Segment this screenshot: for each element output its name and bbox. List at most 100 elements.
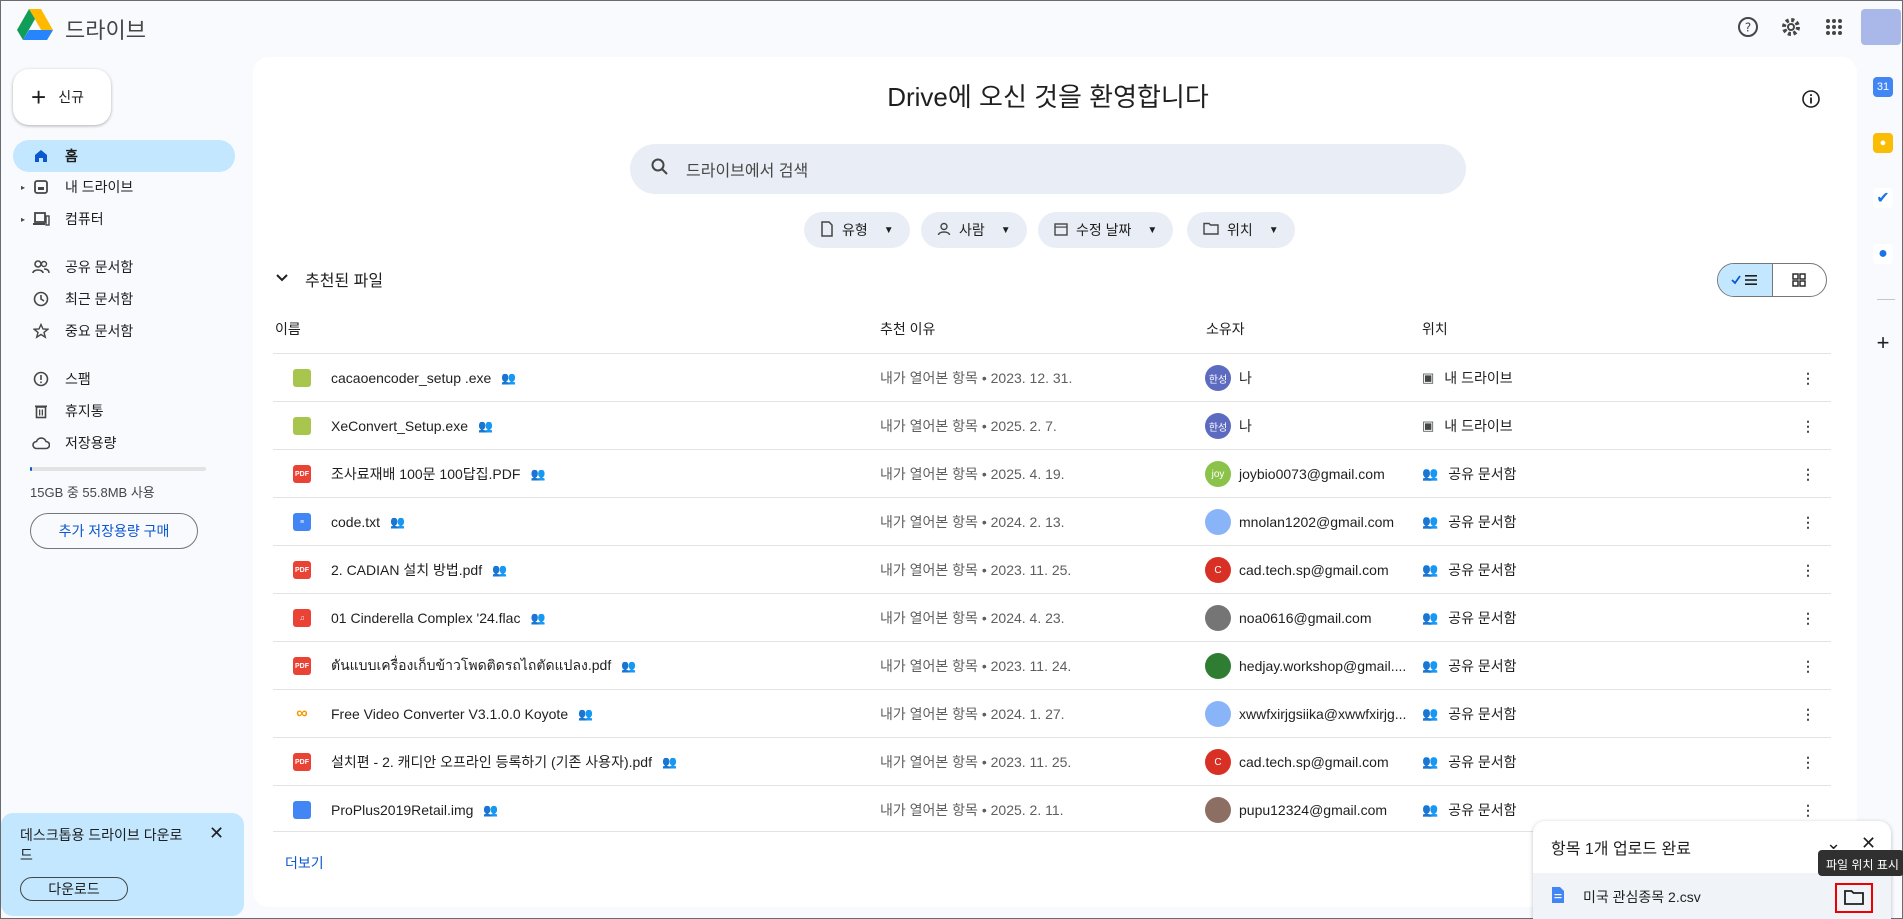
calendar-icon — [1054, 222, 1068, 239]
keep-app-icon[interactable]: ● — [1873, 133, 1893, 153]
close-icon[interactable]: ✕ — [209, 823, 224, 844]
buy-storage-button[interactable]: 추가 저장용량 구매 — [30, 513, 198, 549]
shared-with-me-icon: 👥 — [1422, 562, 1439, 577]
sidebar-item-starred[interactable]: 중요 문서함 — [13, 315, 235, 347]
location-cell[interactable]: 👥 공유 문서함 — [1422, 546, 1516, 594]
table-row[interactable]: XeConvert_Setup.exe 👥 내가 열어본 항목 • 2025. 2.… — [273, 401, 1831, 449]
dropdown-arrow-icon: ▼ — [1000, 224, 1011, 236]
more-actions-icon[interactable]: ⋮ — [1801, 594, 1815, 642]
filter-label: 유형 — [842, 222, 868, 238]
more-actions-icon[interactable]: ⋮ — [1801, 450, 1815, 498]
column-header-reason: 추천 이유 — [880, 321, 936, 337]
search-bar[interactable]: 드라이브에서 검색 — [630, 144, 1466, 194]
search-icon[interactable] — [650, 157, 670, 182]
sidebar-item-label: 공유 문서함 — [65, 259, 134, 275]
sidebar-item-trash[interactable]: 휴지통 — [13, 395, 235, 427]
owner-cell: mnolan1202@gmail.com — [1205, 498, 1394, 546]
location-name: 공유 문서함 — [1448, 802, 1517, 818]
location-cell[interactable]: 👥 공유 문서함 — [1422, 594, 1516, 642]
filter-modified-chip[interactable]: 수정 날짜 ▼ — [1038, 212, 1174, 248]
more-actions-icon[interactable]: ⋮ — [1801, 354, 1815, 402]
sidebar-item-recent[interactable]: 최근 문서함 — [13, 283, 235, 315]
location-cell[interactable]: 👥 공유 문서함 — [1422, 738, 1516, 786]
file-name-cell[interactable]: ProPlus2019Retail.img 👥 — [293, 786, 498, 834]
location-cell[interactable]: 👥 공유 문서함 — [1422, 786, 1516, 834]
table-row[interactable]: cacaoencoder_setup .exe 👥 내가 열어본 항목 • 2023… — [273, 353, 1831, 401]
show-file-location-button[interactable] — [1835, 883, 1873, 913]
more-actions-icon[interactable]: ⋮ — [1801, 690, 1815, 738]
location-cell[interactable]: 👥 공유 문서함 — [1422, 450, 1516, 498]
file-name-cell[interactable]: ≡ code.txt 👥 — [293, 498, 405, 546]
sidebar-item-home[interactable]: 홈 — [13, 140, 235, 172]
expand-caret-icon[interactable]: ▸ — [21, 215, 25, 224]
view-toggle[interactable] — [1717, 263, 1827, 297]
table-row[interactable]: PDF ตันแบบเครื่องเก็บข้าวโพดติดรถไถตัดแปล… — [273, 641, 1831, 689]
info-icon[interactable] — [1799, 87, 1823, 111]
table-row[interactable]: PDF 조사료재배 100문 100답집.PDF 👥 내가 열어본 항목 • 2025… — [273, 449, 1831, 497]
filter-location-chip[interactable]: 위치 ▼ — [1187, 212, 1295, 248]
contacts-app-icon[interactable]: ● — [1873, 244, 1893, 264]
more-actions-icon[interactable]: ⋮ — [1801, 642, 1815, 690]
location-cell[interactable]: 👥 공유 문서함 — [1422, 498, 1516, 546]
file-name-cell[interactable]: PDF 2. CADIAN 설치 방법.pdf 👥 — [293, 546, 507, 594]
calendar-app-icon[interactable]: 31 — [1873, 77, 1893, 97]
sidebar-item-storage[interactable]: 저장용량 — [13, 427, 235, 459]
table-row[interactable]: ≡ code.txt 👥 내가 열어본 항목 • 2024. 2. 13. mnolan… — [273, 497, 1831, 545]
apps-grid-icon[interactable] — [1822, 15, 1846, 39]
settings-gear-icon[interactable] — [1779, 15, 1803, 39]
sidebar-item-computers[interactable]: ▸ 컴퓨터 — [13, 203, 235, 235]
app-title[interactable]: 드라이브 — [65, 13, 146, 45]
grid-view-button[interactable] — [1773, 264, 1827, 296]
location-cell[interactable]: ▣ 내 드라이브 — [1422, 402, 1513, 450]
suggested-files-header[interactable]: 추천된 파일 — [275, 267, 383, 291]
file-name-cell[interactable]: XeConvert_Setup.exe 👥 — [293, 402, 493, 450]
help-icon[interactable]: ? — [1736, 15, 1760, 39]
owner-name: pupu12324@gmail.com — [1239, 802, 1388, 818]
table-row[interactable]: PDF 2. CADIAN 설치 방법.pdf 👥 내가 열어본 항목 • 2023.… — [273, 545, 1831, 593]
tasks-app-icon[interactable]: ✔ — [1873, 188, 1893, 208]
owner-name: joybio0073@gmail.com — [1239, 466, 1385, 482]
location-cell[interactable]: ▣ 내 드라이브 — [1422, 354, 1513, 402]
location-cell[interactable]: 👥 공유 문서함 — [1422, 642, 1516, 690]
file-name-cell[interactable]: cacaoencoder_setup .exe 👥 — [293, 354, 516, 402]
storage-usage-bar — [30, 467, 206, 471]
owner-name: 나 — [1239, 370, 1252, 386]
search-input[interactable]: 드라이브에서 검색 — [686, 157, 808, 181]
file-name-cell[interactable]: ∞ Free Video Converter V3.1.0.0 Koyote 👥 — [293, 690, 593, 738]
table-row[interactable]: PDF 설치편 - 2. 캐디안 오프라인 등록하기 (기존 사용자).pdf 👥 내… — [273, 737, 1831, 785]
location-name: 내 드라이브 — [1444, 370, 1513, 386]
shared-people-icon: 👥 — [501, 371, 517, 385]
more-actions-icon[interactable]: ⋮ — [1801, 546, 1815, 594]
file-name-cell[interactable]: PDF 설치편 - 2. 캐디안 오프라인 등록하기 (기존 사용자).pdf 👥 — [293, 738, 677, 786]
more-actions-icon[interactable]: ⋮ — [1801, 498, 1815, 546]
doc-file-icon — [1551, 886, 1565, 907]
expand-caret-icon[interactable]: ▸ — [21, 183, 25, 192]
column-header-name[interactable]: 이름 — [275, 319, 301, 339]
table-row[interactable]: ∞ Free Video Converter V3.1.0.0 Koyote 👥 내가… — [273, 689, 1831, 737]
owner-cell: hedjay.workshop@gmail.... — [1205, 642, 1406, 690]
add-addon-icon[interactable]: + — [1873, 330, 1893, 355]
file-name-cell[interactable]: ♫ 01 Cinderella Complex '24.flac 👥 — [293, 594, 545, 642]
drive-logo-icon[interactable] — [17, 9, 53, 45]
location-cell[interactable]: 👥 공유 문서함 — [1422, 690, 1516, 738]
list-view-button[interactable] — [1718, 264, 1773, 296]
dropdown-arrow-icon: ▼ — [883, 224, 894, 236]
table-row[interactable]: ♫ 01 Cinderella Complex '24.flac 👥 내가 열어본 항… — [273, 593, 1831, 641]
sidebar-item-shared[interactable]: 공유 문서함 — [13, 251, 235, 283]
download-button[interactable]: 다운로드 — [20, 877, 128, 901]
filter-people-chip[interactable]: 사람 ▼ — [921, 212, 1027, 248]
account-avatar[interactable] — [1861, 9, 1901, 45]
chevron-down-icon[interactable] — [275, 270, 289, 288]
more-link[interactable]: 더보기 — [285, 853, 324, 873]
more-actions-icon[interactable]: ⋮ — [1801, 738, 1815, 786]
more-actions-icon[interactable]: ⋮ — [1801, 402, 1815, 450]
owner-avatar — [1205, 605, 1231, 631]
file-name-cell[interactable]: PDF 조사료재배 100문 100답집.PDF 👥 — [293, 450, 545, 498]
upload-status-title: 항목 1개 업로드 완료 — [1551, 841, 1691, 858]
shared-with-me-icon — [31, 259, 51, 275]
new-button[interactable]: + 신규 — [13, 69, 111, 125]
filter-type-chip[interactable]: 유형 ▼ — [804, 212, 910, 248]
sidebar-item-spam[interactable]: 스팸 — [13, 363, 235, 395]
file-name-cell[interactable]: PDF ตันแบบเครื่องเก็บข้าวโพดติดรถไถตัดแปล… — [293, 642, 636, 690]
sidebar-item-my-drive[interactable]: ▸ 내 드라이브 — [13, 171, 235, 203]
